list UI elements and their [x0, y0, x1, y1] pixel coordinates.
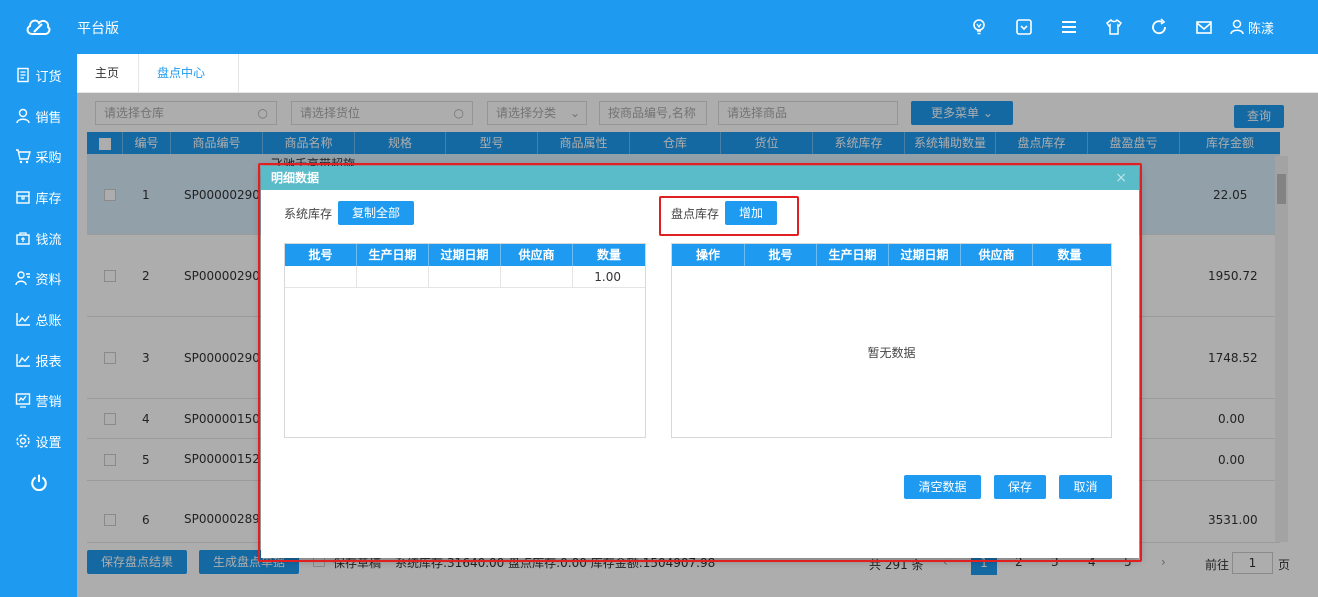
user-icon — [1230, 19, 1244, 35]
sidebar-item-label: 销售 — [35, 110, 62, 126]
tab-inventory-check[interactable]: 盘点中心× — [139, 54, 239, 119]
ledger-icon — [16, 313, 31, 326]
sidebar-item-profile[interactable]: 资料 — [0, 258, 77, 298]
cart-icon — [16, 149, 32, 164]
menu-icon[interactable] — [1047, 14, 1092, 40]
sidebar-item-order[interactable]: 订货 — [0, 55, 77, 95]
inventory-icon — [16, 191, 31, 204]
report-icon — [16, 354, 31, 367]
profile-icon — [15, 271, 31, 286]
add-highlight-frame — [659, 196, 799, 236]
user-menu[interactable]: 陈漾 — [1229, 18, 1274, 37]
money-icon — [16, 232, 31, 245]
tab-home-label: 主页 — [95, 66, 120, 80]
sidebar-item-label: 钱流 — [35, 232, 62, 248]
sidebar-item-label: 库存 — [35, 191, 62, 207]
sidebar-item-label: 报表 — [35, 354, 62, 370]
sidebar-item-label: 资料 — [35, 272, 62, 288]
order-icon — [17, 67, 30, 83]
tab-home[interactable]: 主页 — [77, 54, 139, 93]
sidebar-item-ledger[interactable]: 总账 — [0, 299, 77, 339]
sidebar-item-report[interactable]: 报表 — [0, 340, 77, 380]
sidebar-item-label: 总账 — [35, 313, 62, 329]
sidebar-item-sales[interactable]: 销售 — [0, 96, 77, 136]
refresh-icon[interactable] — [1137, 14, 1182, 40]
top-bar: 平台版 陈漾 — [0, 0, 1318, 54]
shirt-icon[interactable] — [1092, 14, 1137, 40]
marketing-icon — [16, 393, 31, 408]
gear-icon — [16, 434, 31, 448]
app-title: 平台版 — [77, 21, 119, 37]
sidebar-item-label: 采购 — [35, 150, 62, 166]
sidebar-item-settings[interactable]: 设置 — [0, 421, 77, 461]
dropdown-box-icon[interactable] — [1002, 14, 1047, 40]
tab-active-label: 盘点中心 — [157, 66, 206, 80]
cloud-logo-icon — [26, 19, 51, 35]
sidebar: 订货 销售 采购 库存 钱流 资料 总账 报表 营销 设置 — [0, 54, 77, 597]
mail-icon[interactable] — [1182, 14, 1227, 40]
sidebar-item-label: 营销 — [35, 394, 62, 410]
sales-icon — [16, 108, 31, 124]
bulb-icon[interactable] — [957, 14, 1002, 40]
sidebar-item-label: 设置 — [35, 435, 62, 451]
user-name: 陈漾 — [1247, 21, 1274, 37]
sidebar-item-purchase[interactable]: 采购 — [0, 136, 77, 176]
logout-button[interactable] — [0, 462, 77, 502]
sidebar-item-inventory[interactable]: 库存 — [0, 177, 77, 217]
sidebar-item-marketing[interactable]: 营销 — [0, 380, 77, 420]
tab-bar: 主页 盘点中心× — [77, 54, 1318, 119]
sidebar-item-money[interactable]: 钱流 — [0, 218, 77, 258]
power-icon — [30, 474, 47, 491]
sidebar-item-label: 订货 — [35, 69, 62, 85]
